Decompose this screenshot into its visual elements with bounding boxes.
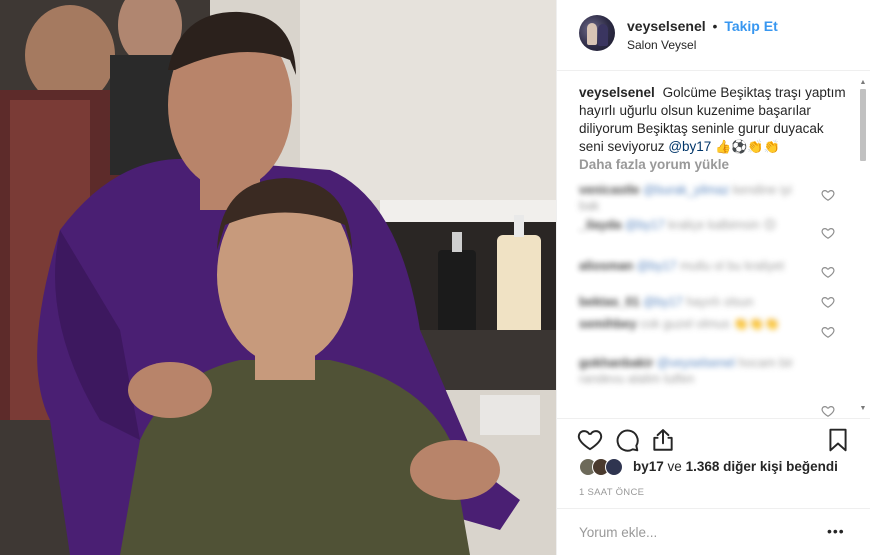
comment-mention: @veyselsenel bbox=[656, 356, 735, 370]
comment-item: bektas_01 @by17 hayırlı olsun bbox=[579, 294, 809, 310]
comment-username: _ilayda bbox=[579, 218, 622, 232]
likes-text: by17 ve 1.368 diğer kişi beğendi bbox=[633, 459, 838, 474]
post-caption: veyselsenel Golcüme Beşiktaş traşı yaptı… bbox=[579, 84, 849, 156]
comment-like-heart-icon[interactable] bbox=[821, 226, 835, 240]
comment-item: gokhanbakir @veyselsenel hocam bir rande… bbox=[579, 355, 809, 387]
caption-mention[interactable]: @by17 bbox=[668, 139, 711, 154]
avatar-figure bbox=[598, 24, 608, 46]
comment-item: _ilayda @by17 kraliçe kalbimsin 😊 bbox=[579, 217, 809, 233]
comment-bubble-icon[interactable] bbox=[614, 427, 640, 453]
scroll-down-arrow-icon[interactable]: ▼ bbox=[859, 405, 867, 413]
comment-text: hayırlı olsun bbox=[686, 295, 754, 309]
comment-mention: @by17 bbox=[636, 259, 677, 273]
bookmark-icon[interactable] bbox=[825, 427, 851, 453]
comment-mention: @by17 bbox=[624, 218, 665, 232]
comment-username: aliosman bbox=[579, 259, 634, 273]
comment-like-heart-icon[interactable] bbox=[821, 295, 835, 309]
caption-username[interactable]: veyselsenel bbox=[579, 85, 655, 100]
comment-like-heart-icon[interactable] bbox=[821, 404, 835, 417]
share-icon[interactable] bbox=[650, 427, 676, 453]
post-header: veyselsenel • Takip Et Salon Veysel bbox=[557, 0, 870, 71]
post-photo[interactable] bbox=[0, 0, 556, 555]
location-link[interactable]: Salon Veysel bbox=[627, 38, 696, 52]
comment-username: bektas_01 bbox=[579, 295, 640, 309]
post-side-panel: veyselsenel • Takip Et Salon Veysel veys… bbox=[556, 0, 870, 555]
likes-connector: ve bbox=[667, 459, 682, 474]
comments-scrollbar[interactable]: ▲ ▼ bbox=[859, 79, 867, 417]
more-options-icon[interactable]: ••• bbox=[827, 523, 847, 541]
scroll-up-arrow-icon[interactable]: ▲ bbox=[859, 79, 867, 87]
post-timestamp[interactable]: 1 SAAT ÖNCE bbox=[579, 487, 644, 498]
heart-icon[interactable] bbox=[577, 427, 603, 453]
add-comment-bar: ••• bbox=[557, 508, 870, 555]
comment-mention: @by17 bbox=[642, 295, 683, 309]
comment-username: venicastle bbox=[579, 183, 640, 197]
follow-button[interactable]: Takip Et bbox=[724, 18, 777, 34]
likers-avatars bbox=[579, 458, 629, 476]
header-user-line: veyselsenel • Takip Et bbox=[627, 18, 778, 34]
caption-emoji: 👍⚽👏👏 bbox=[715, 139, 780, 154]
comment-text: kraliçe kalbimsin 😊 bbox=[668, 218, 777, 232]
comments-list[interactable]: veyselsenel Golcüme Beşiktaş traşı yaptı… bbox=[557, 72, 870, 417]
comment-input[interactable] bbox=[579, 521, 809, 543]
comment-like-heart-icon[interactable] bbox=[821, 265, 835, 279]
comment-like-heart-icon[interactable] bbox=[821, 188, 835, 202]
header-username[interactable]: veyselsenel bbox=[627, 18, 706, 34]
comment-item: venicastle @burak_yilmaz kendine iyi bak bbox=[579, 182, 809, 214]
post-actions-bar bbox=[557, 418, 870, 458]
profile-avatar[interactable] bbox=[579, 15, 615, 51]
comment-like-heart-icon[interactable] bbox=[821, 325, 835, 339]
likes-suffix[interactable]: diğer kişi beğendi bbox=[723, 459, 838, 474]
comment-text: mutlu ol bu kraliyet bbox=[679, 259, 785, 273]
comment-username: semihbey bbox=[579, 317, 637, 331]
load-more-comments-button[interactable]: Daha fazla yorum yükle bbox=[579, 157, 729, 172]
comment-username: gokhanbakir bbox=[579, 356, 654, 370]
liker-username[interactable]: by17 bbox=[633, 459, 664, 474]
likes-count[interactable]: 1.368 bbox=[686, 459, 720, 474]
comment-text: cok guzel olmus 👏👏👏 bbox=[640, 317, 780, 331]
comment-item: aliosman @by17 mutlu ol bu kraliyet bbox=[579, 258, 809, 274]
liker-avatar bbox=[605, 458, 623, 476]
avatar-figure bbox=[587, 23, 597, 45]
comment-item: semihbey cok guzel olmus 👏👏👏 bbox=[579, 316, 809, 332]
photo-illustration bbox=[0, 0, 556, 555]
comment-mention: @burak_yilmaz bbox=[642, 183, 730, 197]
scrollbar-thumb[interactable] bbox=[860, 89, 866, 161]
header-separator: • bbox=[712, 18, 718, 34]
